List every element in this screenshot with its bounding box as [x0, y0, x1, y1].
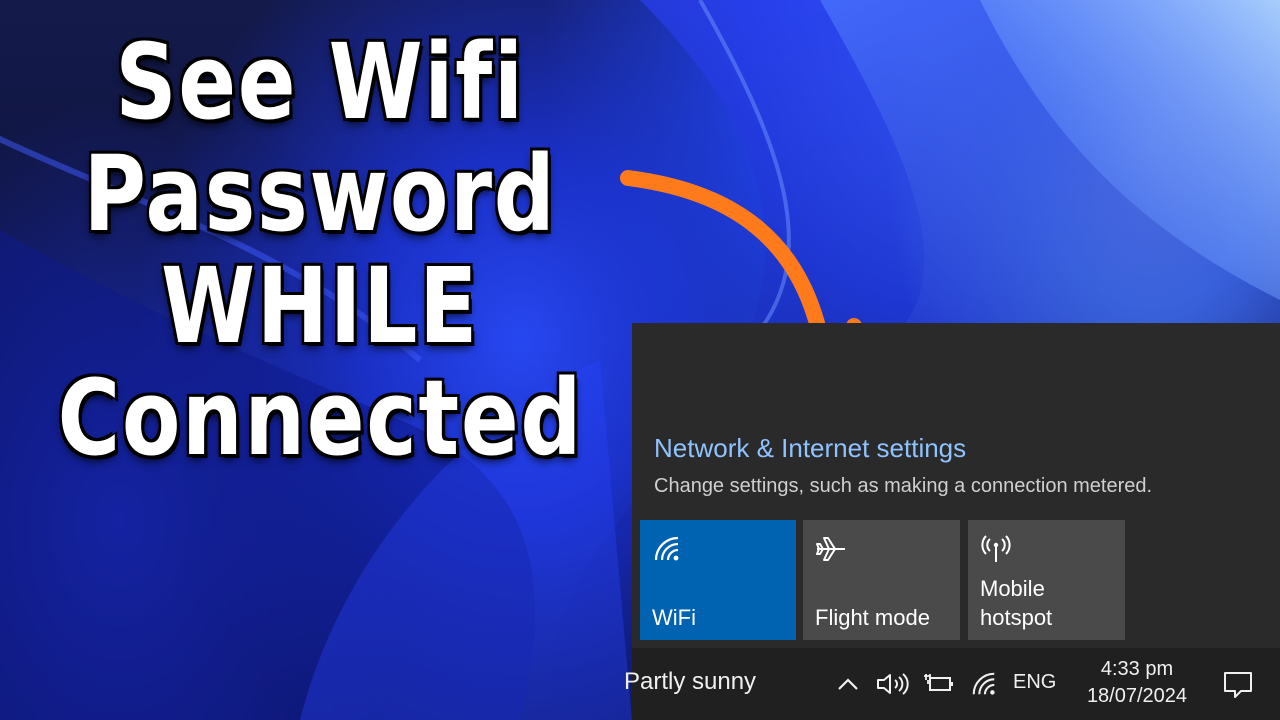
headline-line-3: WHILE [161, 245, 479, 367]
chevron-up-icon[interactable] [836, 674, 860, 694]
weather-widget[interactable]: Partly sunny [624, 668, 756, 696]
network-settings-description: Change settings, such as making a connec… [654, 475, 1153, 497]
airplane-icon [816, 537, 845, 561]
network-internet-settings-link[interactable]: Network & Internet settings [654, 433, 966, 464]
volume-icon[interactable] [876, 672, 910, 696]
thumbnail-headline: See Wifi Password WHILE Connected [58, 26, 583, 474]
taskbar: Partly sunny ENG 4:33 pm 18/07/2024 [624, 648, 1280, 720]
clock-date: 18/07/2024 [1086, 685, 1188, 707]
mobile-hotspot-tile-label: Mobile hotspot [980, 574, 1052, 632]
wifi-icon[interactable] [970, 670, 998, 698]
notification-icon[interactable] [1222, 670, 1254, 700]
mobile-hotspot-quick-action-tile[interactable]: Mobile hotspot [968, 520, 1125, 640]
input-language-indicator[interactable]: ENG [1013, 671, 1056, 694]
taskbar-clock[interactable]: 4:33 pm 18/07/2024 [1080, 656, 1194, 710]
mobile-hotspot-label-line-1: Mobile [980, 576, 1045, 601]
clock-time: 4:33 pm [1100, 658, 1174, 680]
flight-mode-quick-action-tile[interactable]: Flight mode [803, 520, 960, 640]
battery-plug-icon[interactable] [922, 672, 954, 696]
hotspot-icon [981, 535, 1011, 562]
mobile-hotspot-label-line-2: hotspot [980, 605, 1053, 630]
headline-line-2: Password [83, 133, 557, 255]
wifi-icon [654, 536, 679, 561]
headline-line-1: See Wifi [115, 21, 525, 143]
wifi-quick-action-tile[interactable]: WiFi [640, 520, 796, 640]
headline-line-4: Connected [57, 357, 584, 479]
network-flyout-panel: Network & Internet settings Change setti… [624, 323, 1280, 720]
flight-mode-tile-label: Flight mode [815, 605, 930, 630]
wifi-tile-label: WiFi [652, 605, 696, 630]
